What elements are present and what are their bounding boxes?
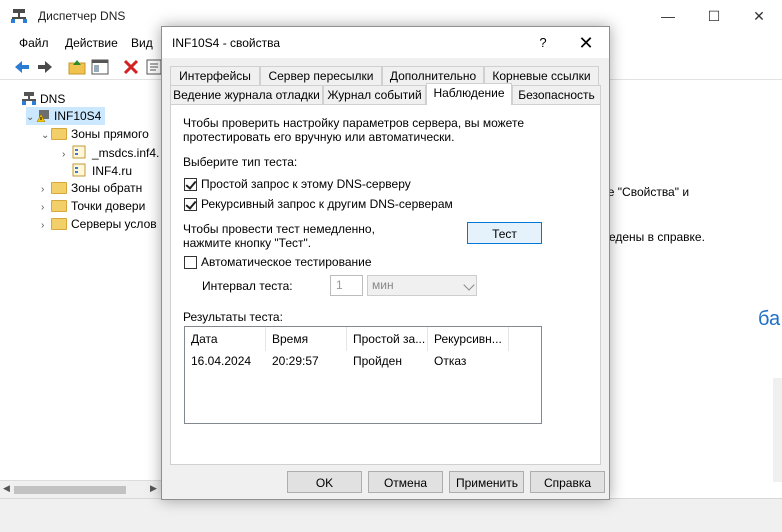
help-icon[interactable]: ?: [528, 31, 558, 55]
dialog-titlebar[interactable]: INF10S4 - свойства ? ✕: [162, 27, 609, 58]
tab-event-logging[interactable]: Журнал событий: [323, 85, 426, 105]
chevron-down-icon: [463, 279, 475, 291]
scroll-thumb[interactable]: [14, 486, 126, 494]
interval-label: Интервал теста:: [202, 279, 293, 293]
interval-unit-select[interactable]: мин: [367, 275, 477, 296]
menu-action[interactable]: Действие: [65, 36, 118, 50]
tree-label: Зоны обратн: [71, 181, 143, 195]
recursive-query-label[interactable]: Рекурсивный запрос к другим DNS-серверам: [201, 197, 453, 211]
tab-monitoring[interactable]: Наблюдение: [426, 83, 512, 105]
tab-security[interactable]: Безопасность: [512, 85, 601, 105]
column-header-time[interactable]: Время: [266, 327, 347, 351]
tree-item-forward-zones[interactable]: ⌄ Зоны прямого: [41, 125, 149, 143]
dialog-title: INF10S4 - свойства: [172, 36, 281, 50]
apply-button[interactable]: Применить: [449, 471, 524, 493]
interval-unit-value: мин: [372, 278, 394, 292]
tree-horizontal-scrollbar[interactable]: ◀ ▶: [0, 480, 163, 498]
back-arrow-icon[interactable]: [12, 57, 32, 77]
intro-text: протестировать его вручную или автоматич…: [183, 130, 455, 144]
delete-icon[interactable]: [121, 57, 141, 77]
menu-file[interactable]: Файл: [19, 36, 49, 50]
forward-arrow-icon[interactable]: [35, 57, 55, 77]
simple-query-checkbox[interactable]: [184, 178, 197, 191]
recursive-query-checkbox[interactable]: [184, 198, 197, 211]
chevron-right-icon[interactable]: ›: [62, 146, 72, 164]
test-button[interactable]: Тест: [467, 222, 542, 244]
tab-forwarders[interactable]: Сервер пересылки: [260, 66, 382, 86]
column-header-recursive[interactable]: Рекурсивн...: [428, 327, 509, 351]
close-button[interactable]: ✕: [736, 0, 782, 32]
run-now-text: Чтобы провести тест немедленно,: [183, 222, 375, 236]
folder-icon: [51, 128, 67, 140]
server-properties-dialog: INF10S4 - свойства ? ✕ Интерфейсы Сервер…: [161, 26, 610, 500]
folder-icon: [51, 182, 67, 194]
results-list[interactable]: Дата Время Простой за... Рекурсивн... 16…: [184, 326, 542, 424]
close-icon[interactable]: ✕: [566, 29, 606, 57]
intro-text: Чтобы проверить настройку параметров сер…: [183, 116, 524, 130]
tree-item-server[interactable]: ⌄ INF10S4: [26, 107, 106, 127]
auto-test-label[interactable]: Автоматическое тестирование: [201, 255, 372, 269]
tree-label: INF10S4: [54, 109, 102, 123]
monitoring-panel: Чтобы проверить настройку параметров сер…: [170, 104, 601, 465]
tree-item-trust-points[interactable]: › Точки довери: [41, 197, 145, 215]
tree-label: DNS: [40, 92, 66, 106]
tree-item-msdcs[interactable]: › _msdcs.inf4.: [62, 144, 159, 162]
simple-query-label[interactable]: Простой запрос к этому DNS-серверу: [201, 177, 411, 191]
tree-label: Серверы услов: [71, 217, 157, 231]
column-header-simple[interactable]: Простой за...: [347, 327, 428, 351]
minimize-button[interactable]: —: [645, 0, 691, 32]
folder-icon: [51, 200, 67, 212]
tree-item-inf4[interactable]: INF4.ru: [72, 162, 132, 180]
tab-debug-logging[interactable]: Ведение журнала отладки: [170, 85, 323, 105]
cell-recursive-result: Отказ: [434, 354, 467, 368]
test-type-label: Выберите тип теста:: [183, 155, 298, 169]
maximize-button[interactable]: ☐: [691, 0, 737, 32]
run-now-text: нажмите кнопку "Тест".: [183, 236, 312, 250]
folder-icon: [51, 218, 67, 230]
right-pane-scrollbar[interactable]: [773, 378, 782, 482]
chevron-down-icon[interactable]: ⌄: [41, 127, 51, 145]
status-bar: [0, 498, 782, 532]
chevron-down-icon[interactable]: ⌄: [26, 109, 36, 127]
window-title: Диспетчер DNS: [38, 9, 126, 23]
ok-button[interactable]: OK: [287, 471, 362, 493]
tree-label: INF4.ru: [92, 164, 133, 178]
cell-simple-result: Пройден: [353, 354, 402, 368]
cell-time: 20:29:57: [272, 354, 319, 368]
tree-label: Точки довери: [71, 199, 146, 213]
chevron-right-icon[interactable]: ›: [41, 217, 51, 235]
interval-input[interactable]: 1: [330, 275, 363, 296]
up-folder-icon[interactable]: [67, 57, 87, 77]
cell-date: 16.04.2024: [191, 354, 252, 368]
right-pane-text: иведены в справке.: [596, 230, 705, 244]
cancel-button[interactable]: Отмена: [368, 471, 443, 493]
results-label: Результаты теста:: [183, 310, 283, 324]
tab-interfaces[interactable]: Интерфейсы: [170, 66, 260, 86]
scroll-left-icon[interactable]: ◀: [3, 483, 10, 494]
tree-item-dns[interactable]: DNS: [22, 90, 65, 108]
right-pane-link[interactable]: ба: [758, 308, 780, 331]
tree-label: _msdcs.inf4.: [92, 146, 160, 160]
scroll-right-icon[interactable]: ▶: [150, 483, 157, 494]
menu-view[interactable]: Вид: [131, 36, 153, 50]
help-button[interactable]: Справка: [530, 471, 605, 493]
tree-item-conditional-forwarders[interactable]: › Серверы услов: [41, 215, 157, 233]
auto-test-checkbox[interactable]: [184, 256, 197, 269]
tree-label: Зоны прямого: [71, 127, 149, 141]
column-header-date[interactable]: Дата: [185, 327, 266, 351]
console-tree-icon[interactable]: [90, 57, 110, 77]
tree-item-reverse-zones[interactable]: › Зоны обратн: [41, 179, 142, 197]
dns-app-icon: [11, 9, 27, 26]
console-tree: DNS ⌄ INF10S4 ⌄ Зоны прямого › _msdcs.inf…: [0, 82, 163, 480]
